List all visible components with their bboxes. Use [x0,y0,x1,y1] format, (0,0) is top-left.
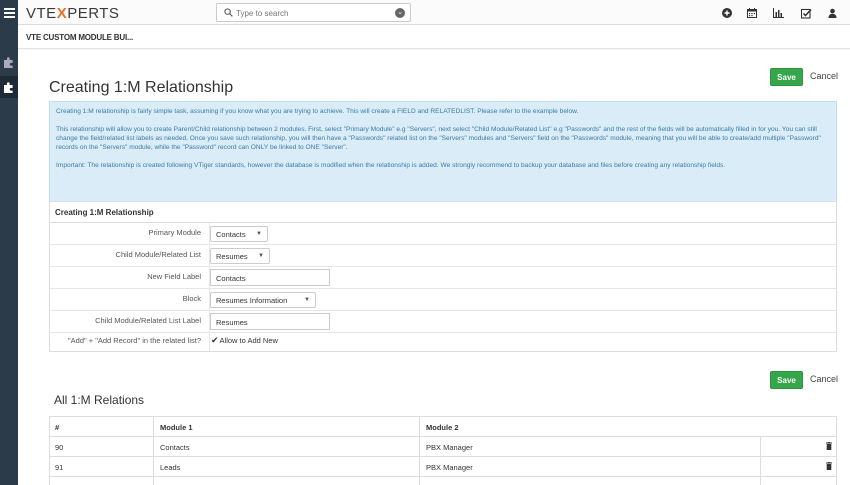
relations-section-title: All 1:M Relations [54,393,145,407]
column-header-id: # [55,423,60,432]
global-search[interactable]: Type to search ⌄ [216,3,411,22]
column-divider [153,437,154,456]
custom-module-puzzle-icon[interactable] [0,76,18,98]
child-list-label-input[interactable]: Resumes [210,313,330,330]
chevron-down-icon: ▼ [304,297,310,303]
primary-module-label: Primary Module [50,223,210,244]
trash-icon[interactable] [826,442,832,450]
form-row-add-record: "Add" + "Add Record" in the related list… [50,333,836,351]
column-header-module2: Module 2 [426,423,459,432]
column-divider [760,477,761,485]
table-row-partial [50,477,836,485]
row-module2: PBX Manager [426,463,473,472]
info-paragraph-2: This relationship will allow you to crea… [56,126,821,151]
chevron-down-icon: ▼ [258,253,264,259]
block-label: Block [50,289,210,310]
search-icon [224,8,233,17]
column-divider [153,457,154,476]
child-list-label-label: Child Module/Related List Label [50,311,210,332]
form-row-primary-module: Primary Module Contacts ▼ [50,223,836,245]
checkmark-icon: ✔ [211,335,219,345]
calendar-icon[interactable] [746,7,758,19]
primary-module-value: Contacts [216,230,246,239]
form-row-block: Block Resumes Information ▼ [50,289,836,311]
info-paragraph-1: Creating 1:M relationship is fairly simp… [56,108,579,115]
search-options-icon[interactable]: ⌄ [395,8,405,18]
block-select[interactable]: Resumes Information ▼ [210,292,316,308]
row-id: 90 [55,443,64,452]
table-header-row: # Module 1 Module 2 [50,417,836,437]
reports-icon[interactable] [772,7,784,19]
new-field-label-label: New Field Label [50,267,210,288]
form-heading: Creating 1:M Relationship [50,202,836,223]
trash-icon[interactable] [826,462,832,470]
child-module-select[interactable]: Resumes ▼ [210,248,270,264]
row-module1: Contacts [160,443,190,452]
row-module2: PBX Manager [426,443,473,452]
left-sidebar [0,25,18,485]
column-divider [760,457,761,476]
column-divider [419,417,420,436]
save-button-top[interactable]: Save [770,68,803,86]
column-divider [760,437,761,456]
column-divider [153,417,154,436]
info-paragraph-3: Important: The relationship is created f… [56,162,726,169]
column-divider [419,477,420,485]
form-row-child-module: Child Module/Related List Resumes ▼ [50,245,836,267]
child-module-label: Child Module/Related List [50,245,210,266]
allow-add-checkbox[interactable]: ✔Allow to Add New [211,335,278,346]
search-input[interactable]: Type to search [236,9,288,18]
module-title[interactable]: VTE CUSTOM MODULE BUI... [26,33,133,42]
form-row-child-list-label: Child Module/Related List Label Resumes [50,311,836,333]
child-module-value: Resumes [216,252,248,261]
block-value: Resumes Information [216,296,288,305]
row-id: 91 [55,463,64,472]
cancel-link-bottom[interactable]: Cancel [810,374,838,384]
cancel-link-top[interactable]: Cancel [810,71,838,81]
add-record-label: "Add" + "Add Record" in the related list… [50,333,210,351]
add-icon[interactable] [721,7,733,19]
main-content: Save Cancel Creating 1:M Relationship Cr… [18,50,850,485]
table-row: 90 Contacts PBX Manager [50,437,836,457]
allow-add-label: Allow to Add New [219,336,278,345]
table-row: 91 Leads PBX Manager [50,457,836,477]
form-row-new-field-label: New Field Label Contacts [50,267,836,289]
column-header-module1: Module 1 [160,423,193,432]
column-divider [153,477,154,485]
extensions-puzzle-icon[interactable] [0,51,18,73]
top-navbar: VTEXPERTS Type to search ⌄ [0,0,850,25]
user-icon[interactable] [826,7,838,19]
app-logo[interactable]: VTEXPERTS [26,5,119,22]
relationship-form: Creating 1:M Relationship Primary Module… [49,201,837,352]
column-divider [419,437,420,456]
save-button-bottom[interactable]: Save [770,371,803,389]
column-divider [419,457,420,476]
page-title: Creating 1:M Relationship [49,79,234,96]
relations-table: # Module 1 Module 2 90 Contacts PBX Mana… [49,416,837,485]
tasks-icon[interactable] [800,7,812,19]
chevron-down-icon: ▼ [256,231,262,237]
row-module1: Leads [160,463,181,472]
menu-icon[interactable] [0,0,18,25]
primary-module-select[interactable]: Contacts ▼ [210,226,268,242]
new-field-label-input[interactable]: Contacts [210,269,330,286]
module-header: VTE CUSTOM MODULE BUI... [18,25,850,49]
